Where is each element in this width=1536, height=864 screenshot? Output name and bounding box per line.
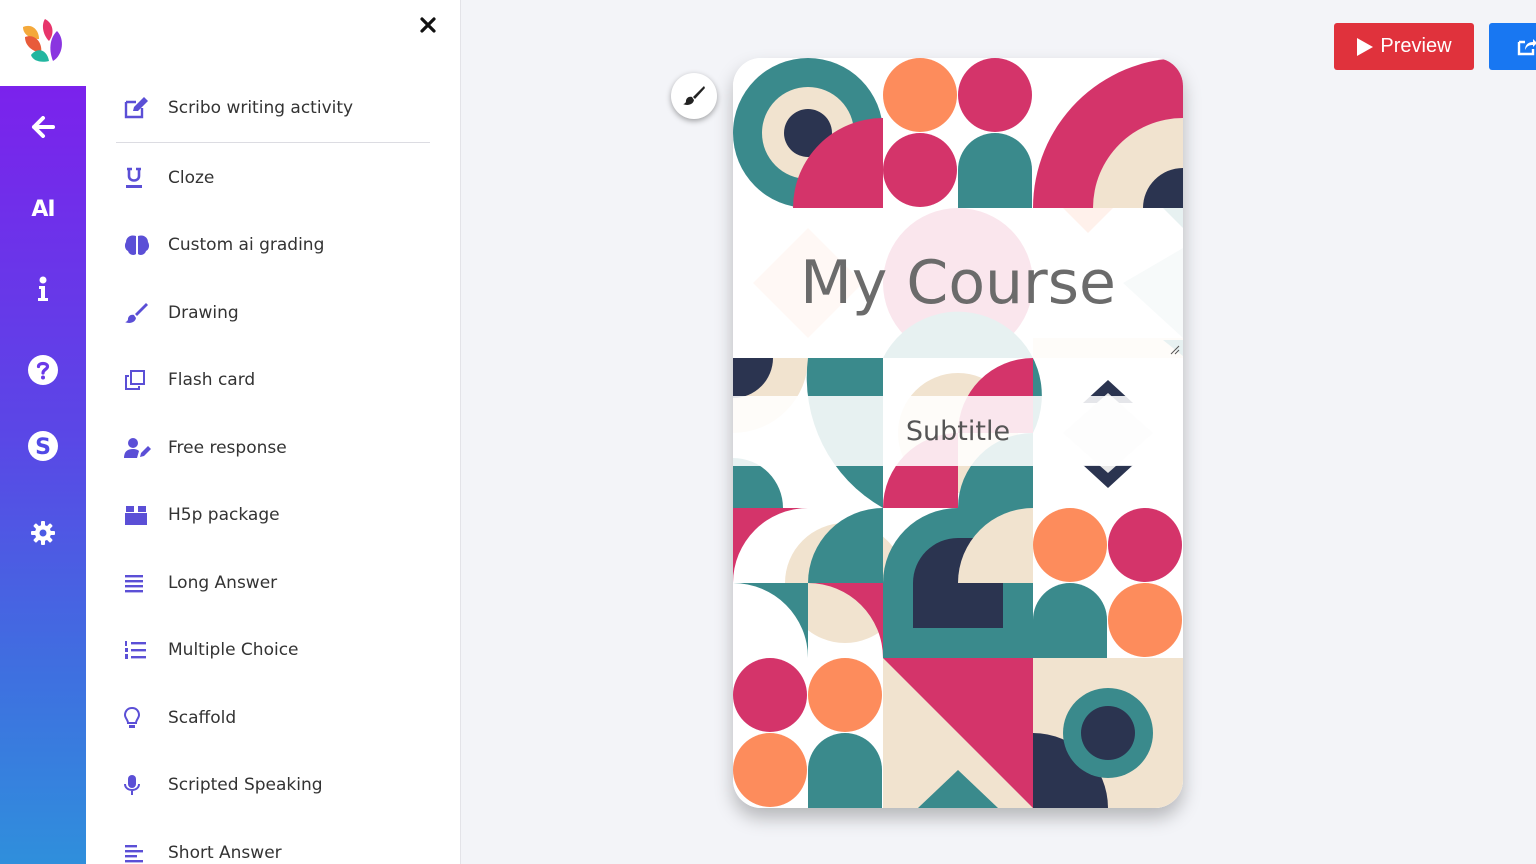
gear-icon	[31, 521, 55, 545]
style-brush-button[interactable]	[671, 73, 717, 119]
panel-item-h5p-package[interactable]: H5p package	[116, 495, 430, 535]
skype-button[interactable]: S	[0, 421, 86, 471]
align-left-icon	[116, 841, 158, 864]
back-button[interactable]	[0, 102, 86, 152]
share-icon	[1517, 38, 1536, 55]
lightbulb-icon	[116, 706, 158, 730]
panel-item-label: H5p package	[168, 505, 280, 525]
svg-text:S: S	[35, 435, 51, 460]
skype-icon: S	[28, 431, 58, 461]
logo-icon	[23, 19, 62, 62]
info-button[interactable]	[0, 264, 86, 314]
app-logo[interactable]	[0, 0, 86, 86]
panel-item-label: Short Answer	[168, 843, 282, 863]
share-button[interactable]	[1489, 23, 1536, 70]
course-title: My Course	[800, 248, 1116, 318]
panel-item-scribo[interactable]: Scribo writing activity	[116, 88, 430, 128]
preview-label: Preview	[1380, 35, 1452, 57]
user-edit-icon	[116, 436, 158, 460]
resize-handle-icon[interactable]	[1170, 345, 1180, 355]
divider	[116, 142, 430, 143]
clone-icon	[116, 368, 158, 392]
panel-item-short-answer[interactable]: Short Answer	[116, 833, 430, 864]
paintbrush-icon	[116, 301, 158, 325]
panel-item-label: Scribo writing activity	[168, 98, 354, 118]
ai-label: AI	[31, 196, 55, 222]
brain-icon	[116, 233, 158, 257]
question-circle-icon	[28, 355, 58, 385]
panel-item-custom-ai-grading[interactable]: Custom ai grading	[116, 225, 430, 265]
microphone-icon	[116, 773, 158, 797]
panel-item-label: Free response	[168, 438, 287, 458]
arrow-left-icon	[32, 116, 55, 138]
course-subtitle: Subtitle	[905, 415, 1011, 447]
panel-item-drawing[interactable]: Drawing	[116, 293, 430, 333]
align-justify-icon	[116, 571, 158, 595]
panel-item-scripted-speaking[interactable]: Scripted Speaking	[116, 765, 430, 805]
panel-item-flash-card[interactable]: Flash card	[116, 360, 430, 400]
course-title-input[interactable]: My Course	[733, 208, 1183, 358]
panel-item-cloze[interactable]: Cloze	[116, 158, 430, 198]
activity-panel: Scribo writing activity Cloze Custom ai …	[86, 0, 461, 864]
edit-icon	[116, 96, 158, 120]
panel-item-free-response[interactable]: Free response	[116, 428, 430, 468]
panel-item-long-answer[interactable]: Long Answer	[116, 563, 430, 603]
panel-item-scaffold[interactable]: Scaffold	[116, 698, 430, 738]
preview-button[interactable]: Preview	[1334, 23, 1474, 70]
underline-icon	[116, 166, 158, 190]
panel-item-label: Custom ai grading	[168, 235, 325, 255]
course-subtitle-input[interactable]: Subtitle	[733, 396, 1183, 466]
panel-item-label: Drawing	[168, 303, 239, 323]
panel-item-label: Cloze	[168, 168, 215, 188]
course-cover-card: My Course Subtitle	[733, 58, 1183, 808]
close-icon	[420, 17, 436, 33]
play-icon	[1357, 37, 1374, 56]
help-button[interactable]	[0, 345, 86, 395]
rail-bar: AI S	[0, 86, 86, 864]
panel-item-label: Long Answer	[168, 573, 278, 593]
ai-button[interactable]: AI	[0, 184, 86, 234]
panel-item-label: Scaffold	[168, 708, 237, 728]
panel-item-label: Flash card	[168, 370, 256, 390]
panel-item-multiple-choice[interactable]: Multiple Choice	[116, 630, 430, 670]
panel-item-label: Multiple Choice	[168, 640, 299, 660]
box-icon	[116, 503, 158, 527]
list-ol-icon	[116, 638, 158, 662]
left-rail: AI S	[0, 0, 86, 864]
panel-item-label: Scripted Speaking	[168, 775, 323, 795]
paintbrush-icon	[683, 86, 705, 105]
settings-button[interactable]	[0, 508, 86, 558]
info-icon	[38, 276, 48, 301]
close-button[interactable]	[415, 12, 441, 38]
